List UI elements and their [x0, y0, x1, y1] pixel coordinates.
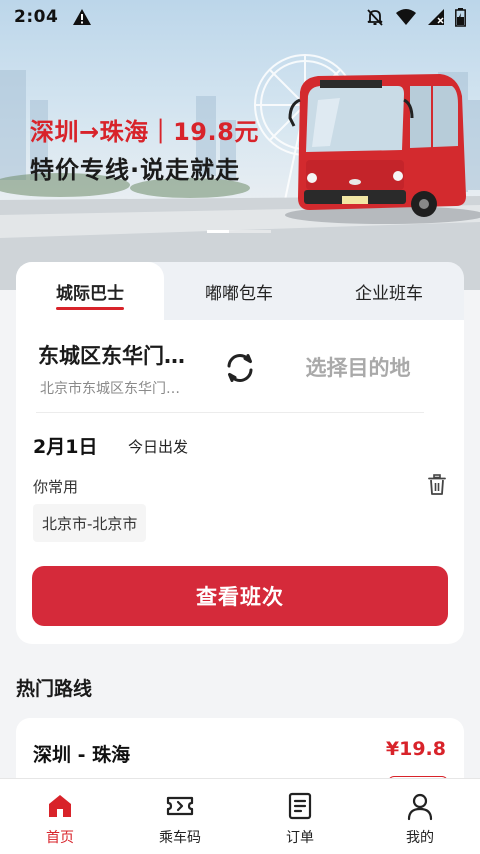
banner-title: 深圳→珠海｜19.8元 — [30, 118, 259, 146]
tab-charter[interactable]: 嘟嘟包车 — [164, 262, 314, 320]
recent-routes-label: 你常用 — [33, 478, 79, 496]
departure-location[interactable]: 东城区东华门… — [38, 340, 213, 370]
nav-orders[interactable]: 订单 — [240, 779, 360, 854]
banner-dot-active — [207, 230, 229, 233]
order-icon — [288, 792, 312, 820]
banner-pagination — [207, 230, 271, 233]
tab-label: 城际巴士 — [56, 279, 124, 310]
route-price: ¥19.8 — [385, 738, 446, 760]
recent-route-chip[interactable]: 北京市-北京市 — [33, 504, 147, 542]
profile-icon — [407, 793, 433, 821]
status-time: 2:04 — [14, 7, 59, 27]
promo-banner[interactable]: 深圳→珠海｜19.8元 特价专线·说走就走 — [0, 0, 480, 290]
departure-date[interactable]: 2月1日 — [33, 432, 97, 459]
tab-intercity-bus[interactable]: 城际巴士 — [16, 262, 164, 320]
status-bar: 2:04 — [0, 0, 480, 34]
wifi-icon — [396, 9, 416, 25]
notifications-off-icon — [367, 9, 383, 26]
tab-label: 嘟嘟包车 — [205, 283, 273, 304]
ticket-icon — [166, 796, 194, 816]
home-icon — [49, 795, 71, 817]
tab-label: 企业班车 — [355, 283, 423, 304]
nav-home[interactable]: 首页 — [0, 779, 120, 854]
banner-dot — [229, 230, 271, 233]
battery-icon — [455, 7, 466, 27]
nav-label: 我的 — [406, 830, 434, 846]
trash-icon[interactable] — [427, 474, 447, 496]
bottom-navigation: 首页 乘车码 订单 我的 — [0, 778, 480, 854]
cellular-signal-icon — [428, 9, 444, 25]
nav-label: 首页 — [46, 830, 74, 846]
banner-subtitle: 特价专线·说走就走 — [30, 156, 241, 184]
destination-select[interactable]: 选择目的地 — [276, 352, 440, 382]
nav-profile[interactable]: 我的 — [360, 779, 480, 854]
swap-locations-icon[interactable] — [222, 350, 258, 386]
view-schedules-button[interactable]: 查看班次 — [32, 566, 448, 626]
route-name: 深圳 - 珠海 — [33, 744, 131, 766]
hot-routes-title: 热门路线 — [16, 678, 93, 700]
nav-ride-code[interactable]: 乘车码 — [120, 779, 240, 854]
divider — [36, 412, 424, 413]
nav-label: 乘车码 — [159, 830, 201, 846]
warning-icon — [73, 9, 92, 25]
departure-date-hint[interactable]: 今日出发 — [128, 436, 188, 457]
tab-enterprise-shuttle[interactable]: 企业班车 — [314, 262, 464, 320]
nav-label: 订单 — [286, 830, 314, 846]
departure-address[interactable]: 北京市东城区东华门… — [40, 378, 210, 398]
